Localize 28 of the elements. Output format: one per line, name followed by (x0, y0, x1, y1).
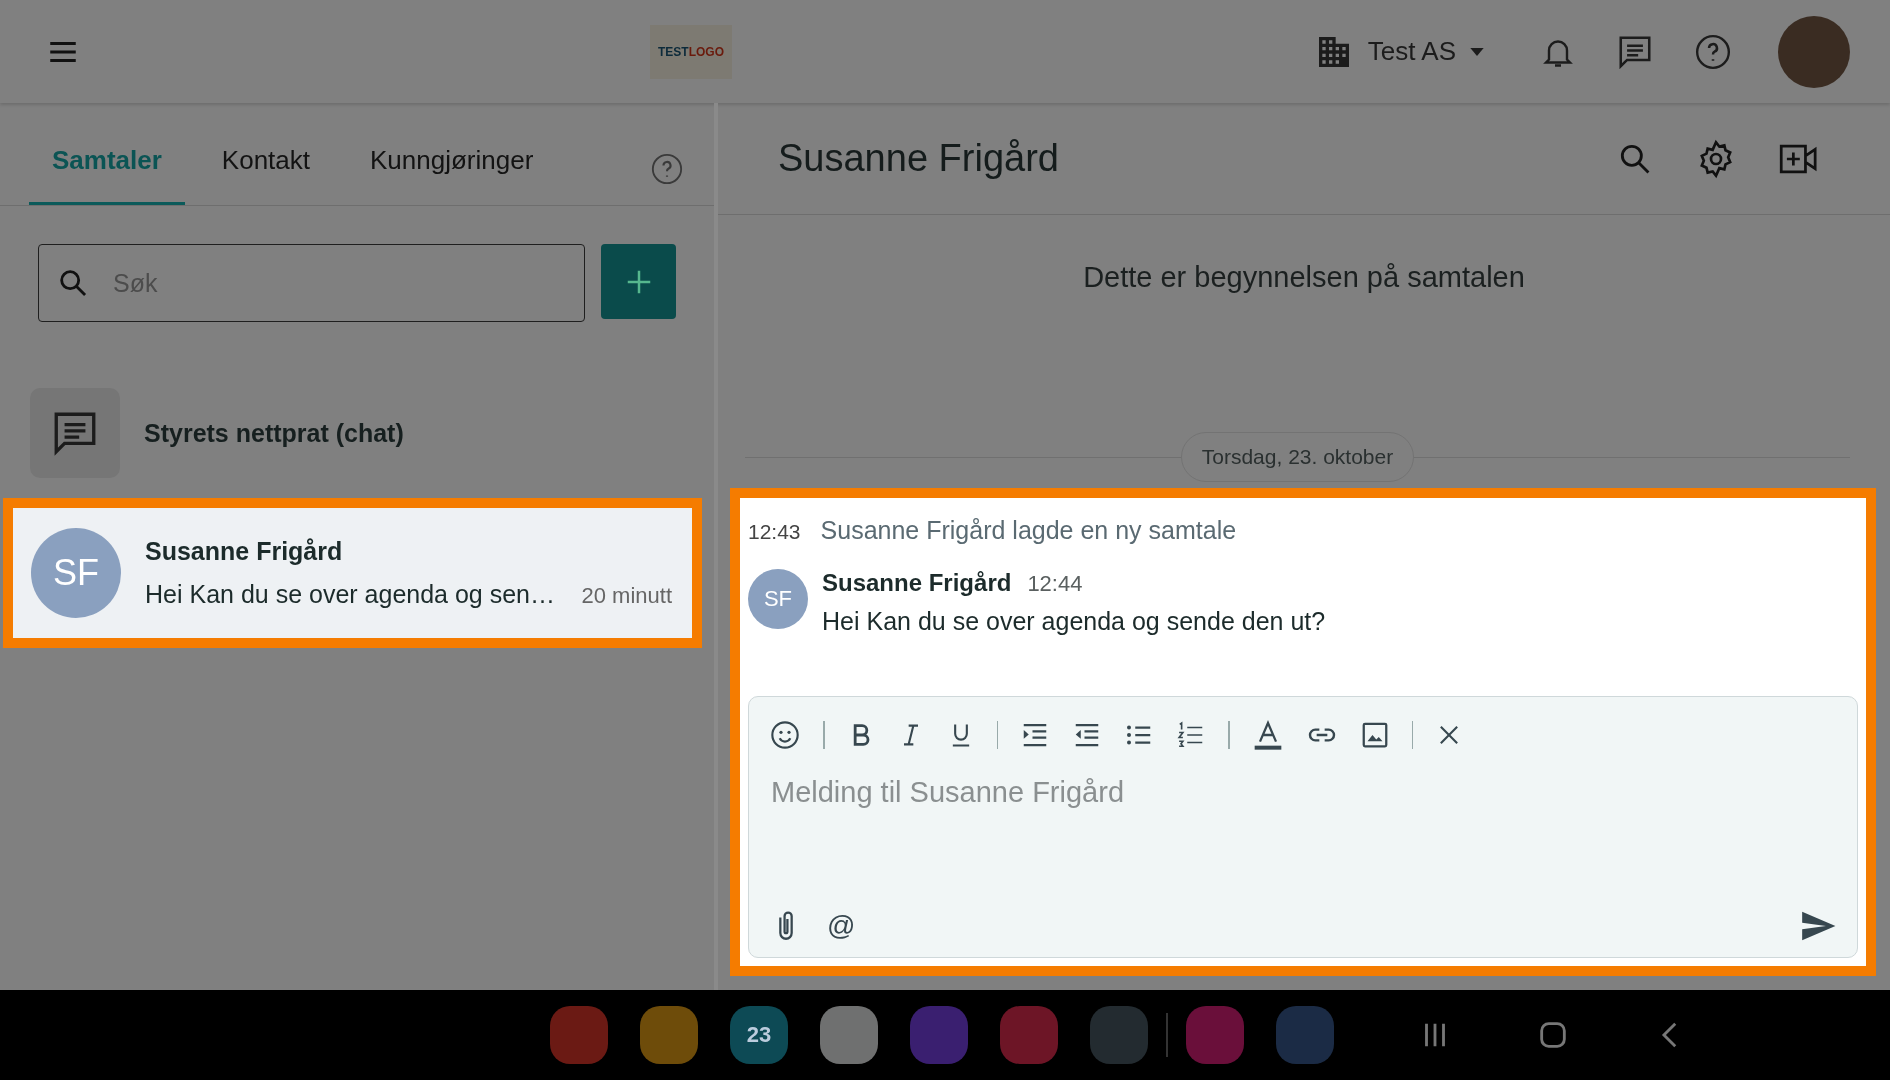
help-icon[interactable] (1694, 32, 1732, 71)
calendar-app-icon[interactable]: 23 (730, 1006, 788, 1064)
tab[interactable]: Kontakt (198, 145, 333, 205)
conversation-name: Susanne Frigård (145, 537, 344, 566)
message-author: Susanne Frigård (822, 569, 1012, 597)
tab[interactable]: Kunngjøringer (347, 145, 557, 205)
conversation-name: Styrets nettprat (chat) (144, 418, 404, 448)
avatar-initials: SF (31, 528, 121, 618)
group-chat-icon (30, 388, 120, 478)
mention-button[interactable]: @ (827, 910, 856, 942)
message-text: Hei Kan du se over agenda og sende den ut? (822, 607, 1326, 636)
chat-title: Susanne Frigård (778, 137, 1059, 180)
message-input[interactable]: Melding til Susanne Frigård (769, 775, 1837, 810)
emoji-icon[interactable] (769, 719, 801, 751)
avatar-initials: SF (748, 569, 808, 629)
event-time: 12:43 (748, 520, 801, 544)
caret-icon (1470, 47, 1484, 56)
conversation-item[interactable]: Styrets nettprat (chat) (0, 388, 714, 478)
system-message: Susanne Frigård lagde en ny samtale (820, 516, 1237, 545)
conversation-start-note: Dette er begynnelsen på samtalen (1083, 261, 1525, 294)
message-time: 12:44 (1027, 571, 1083, 597)
conversation-item[interactable]: SF Susanne Frigård Hei Kan du se over agenda og sen… 20 minutt (3, 498, 702, 648)
message-time: 20 minutt (581, 583, 672, 609)
organization-selector[interactable]: Test AS (1307, 30, 1490, 73)
help-icon[interactable] (650, 152, 684, 186)
logo: TESTLOGO (650, 24, 732, 79)
date-separator: Torsdag, 23. oktober (1180, 432, 1415, 482)
message-preview: Hei Kan du se over agenda og sen… (145, 580, 555, 609)
